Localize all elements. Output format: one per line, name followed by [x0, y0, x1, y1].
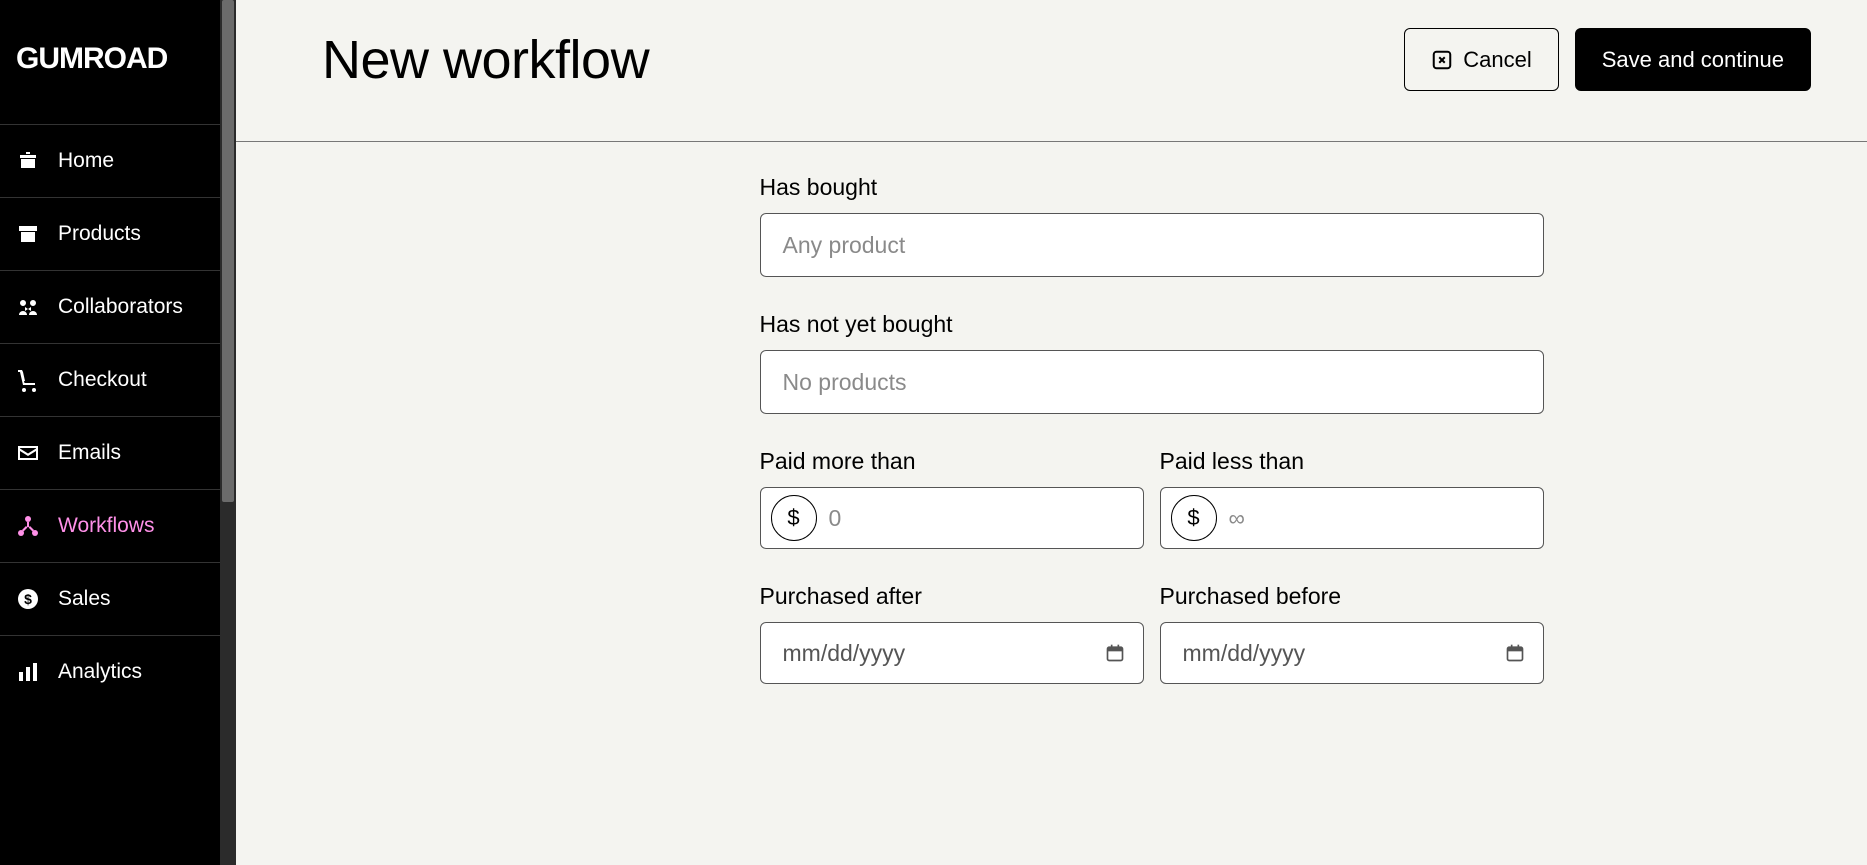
- field-paid-less: Paid less than $: [1160, 448, 1544, 549]
- sidebar: GUMROAD Home Products Collaborators: [0, 0, 236, 865]
- purchased-before-label: Purchased before: [1160, 583, 1544, 610]
- has-bought-input[interactable]: Any product: [760, 213, 1544, 277]
- sidebar-item-sales[interactable]: $ Sales: [0, 562, 236, 635]
- home-icon: [16, 149, 40, 173]
- paid-more-input-wrapper: $: [760, 487, 1144, 549]
- calendar-icon: [1105, 643, 1125, 663]
- save-continue-button[interactable]: Save and continue: [1575, 28, 1811, 91]
- sidebar-item-label: Analytics: [58, 660, 142, 684]
- sidebar-item-label: Collaborators: [58, 295, 183, 319]
- cancel-button-label: Cancel: [1463, 47, 1531, 73]
- paid-less-input-wrapper: $: [1160, 487, 1544, 549]
- paid-less-input[interactable]: [1229, 505, 1531, 532]
- field-has-not-bought: Has not yet bought No products: [760, 311, 1544, 414]
- sidebar-item-checkout[interactable]: Checkout: [0, 343, 236, 416]
- archive-icon: [16, 222, 40, 246]
- sidebar-item-label: Emails: [58, 441, 121, 465]
- people-arrows-icon: [16, 295, 40, 319]
- sidebar-item-label: Workflows: [58, 514, 154, 538]
- diagram-icon: [16, 514, 40, 538]
- sidebar-item-label: Home: [58, 149, 114, 173]
- cancel-button[interactable]: Cancel: [1404, 28, 1558, 91]
- page-header: New workflow Cancel Save and continue: [236, 0, 1867, 142]
- brand-logo[interactable]: GUMROAD: [0, 0, 236, 124]
- calendar-icon: [1505, 643, 1525, 663]
- purchased-before-input[interactable]: mm/dd/yyyy: [1160, 622, 1544, 684]
- main-content: New workflow Cancel Save and continue Ha…: [236, 0, 1867, 865]
- bar-chart-icon: [16, 660, 40, 684]
- header-actions: Cancel Save and continue: [1404, 28, 1811, 91]
- field-has-bought: Has bought Any product: [760, 174, 1544, 277]
- form-area: Has bought Any product Has not yet bough…: [236, 142, 1867, 744]
- paid-more-input[interactable]: [829, 505, 1131, 532]
- paid-more-label: Paid more than: [760, 448, 1144, 475]
- sidebar-scrollbar-thumb[interactable]: [222, 0, 234, 502]
- sidebar-nav: Home Products Collaborators Checkout: [0, 124, 236, 708]
- has-not-bought-input[interactable]: No products: [760, 350, 1544, 414]
- purchased-before-placeholder: mm/dd/yyyy: [1183, 640, 1306, 667]
- sidebar-item-label: Products: [58, 222, 141, 246]
- paid-less-label: Paid less than: [1160, 448, 1544, 475]
- sidebar-item-label: Sales: [58, 587, 111, 611]
- field-purchased-after: Purchased after mm/dd/yyyy: [760, 583, 1144, 684]
- purchased-after-placeholder: mm/dd/yyyy: [783, 640, 906, 667]
- svg-text:GUMROAD: GUMROAD: [16, 42, 168, 74]
- save-continue-button-label: Save and continue: [1602, 47, 1784, 73]
- sidebar-item-analytics[interactable]: Analytics: [0, 635, 236, 708]
- cart-icon: [16, 368, 40, 392]
- purchased-after-input[interactable]: mm/dd/yyyy: [760, 622, 1144, 684]
- has-not-bought-label: Has not yet bought: [760, 311, 1544, 338]
- sidebar-scrollbar[interactable]: [220, 0, 236, 865]
- sidebar-item-label: Checkout: [58, 368, 147, 392]
- currency-prefix: $: [1171, 495, 1217, 541]
- sidebar-item-workflows[interactable]: Workflows: [0, 489, 236, 562]
- field-purchased-before: Purchased before mm/dd/yyyy: [1160, 583, 1544, 684]
- envelope-icon: [16, 441, 40, 465]
- has-bought-label: Has bought: [760, 174, 1544, 201]
- dollar-circle-icon: $: [16, 587, 40, 611]
- sidebar-item-emails[interactable]: Emails: [0, 416, 236, 489]
- has-not-bought-placeholder: No products: [783, 369, 907, 396]
- currency-prefix: $: [771, 495, 817, 541]
- has-bought-placeholder: Any product: [783, 232, 906, 259]
- svg-text:$: $: [24, 591, 32, 607]
- page-title: New workflow: [322, 29, 649, 91]
- field-paid-more: Paid more than $: [760, 448, 1144, 549]
- sidebar-item-home[interactable]: Home: [0, 124, 236, 197]
- purchased-after-label: Purchased after: [760, 583, 1144, 610]
- sidebar-item-collaborators[interactable]: Collaborators: [0, 270, 236, 343]
- x-square-icon: [1431, 49, 1453, 71]
- sidebar-item-products[interactable]: Products: [0, 197, 236, 270]
